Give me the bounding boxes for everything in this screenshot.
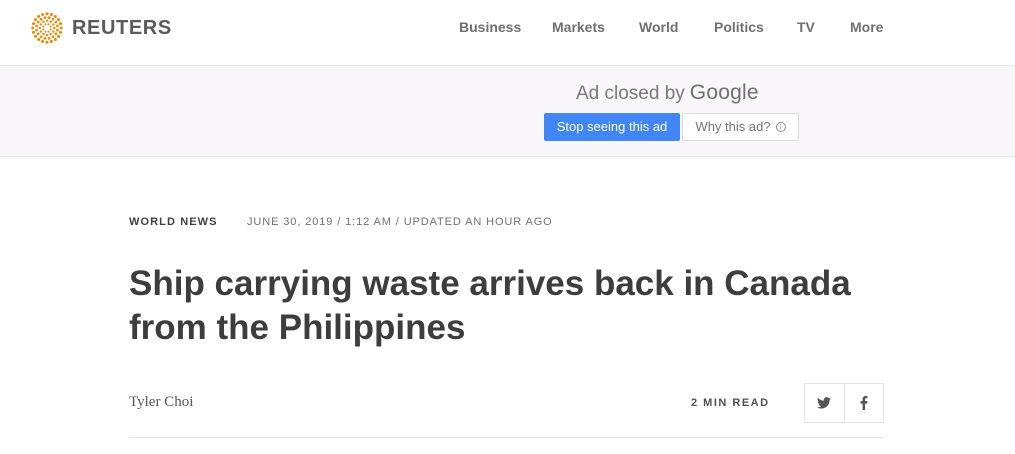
logo-dot bbox=[49, 12, 53, 16]
nav-item-politics[interactable]: Politics bbox=[714, 19, 764, 35]
section-link[interactable]: WORLD NEWS bbox=[129, 216, 218, 228]
nav-item-markets[interactable]: Markets bbox=[552, 19, 605, 35]
nav-item-business[interactable]: Business bbox=[459, 19, 521, 35]
main-nav: Business Markets World Politics TV More bbox=[0, 19, 1015, 39]
logo-dot bbox=[53, 15, 57, 19]
nav-item-more[interactable]: More bbox=[850, 19, 883, 35]
info-circle-icon: i bbox=[775, 122, 786, 132]
share-buttons bbox=[804, 383, 884, 423]
nav-item-world[interactable]: World bbox=[639, 19, 678, 35]
nav-item-tv[interactable]: TV bbox=[797, 19, 815, 35]
read-time: 2 MIN READ bbox=[691, 397, 770, 409]
logo-dot bbox=[49, 40, 53, 44]
article-dateline: JUNE 30, 2019 / 1:12 AM / UPDATED AN HOU… bbox=[247, 216, 553, 228]
site-header: REUTERS Business Markets World Politics … bbox=[0, 0, 1015, 66]
logo-dot bbox=[41, 12, 45, 16]
article-headline: Ship carrying waste arrives back in Cana… bbox=[129, 264, 851, 347]
ad-provider-name: Google bbox=[689, 81, 759, 104]
ad-slot: Ad closed by Google Stop seeing this ad … bbox=[0, 66, 1015, 157]
why-this-ad-button[interactable]: Why this ad? i bbox=[682, 113, 799, 141]
logo-dot bbox=[45, 40, 49, 44]
ad-closed-text: Ad closed by bbox=[576, 83, 685, 104]
logo-dot bbox=[41, 40, 45, 44]
share-facebook-button[interactable] bbox=[843, 384, 883, 422]
share-twitter-button[interactable] bbox=[805, 384, 844, 422]
logo-dot bbox=[45, 12, 49, 16]
twitter-icon bbox=[817, 397, 832, 409]
logo-dot bbox=[37, 15, 41, 19]
facebook-icon bbox=[860, 396, 868, 410]
ad-closed-notice: Ad closed by Google bbox=[576, 81, 759, 107]
author-byline[interactable]: Tyler Choi bbox=[129, 394, 193, 411]
stop-seeing-ad-button[interactable]: Stop seeing this ad bbox=[544, 113, 680, 141]
why-this-ad-label: Why this ad? bbox=[695, 119, 771, 134]
article-divider bbox=[129, 437, 884, 438]
